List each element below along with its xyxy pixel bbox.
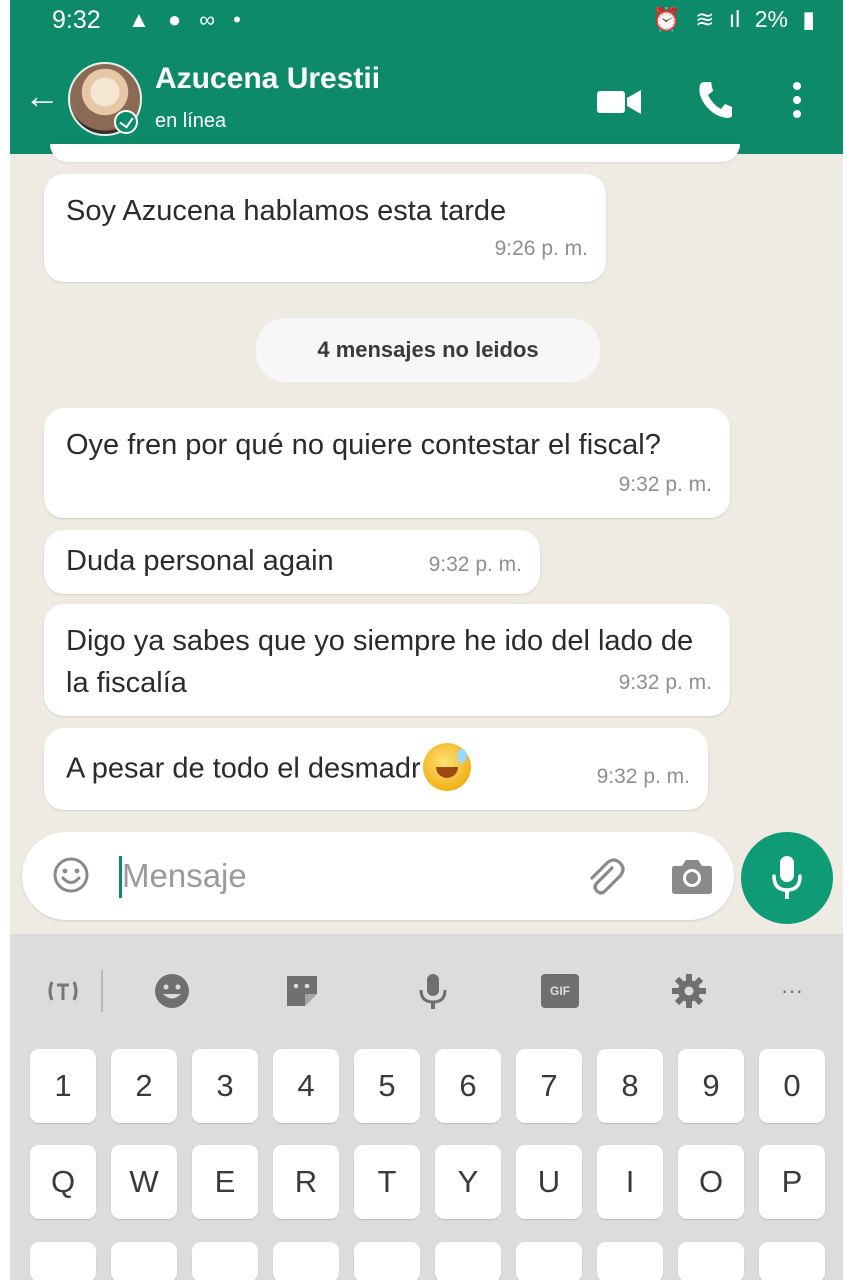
key-t[interactable]: T (354, 1145, 420, 1219)
key-7[interactable]: 7 (516, 1049, 582, 1123)
key-partial[interactable] (678, 1242, 744, 1280)
more-icon[interactable]: ··· (773, 972, 811, 1010)
key-8[interactable]: 8 (597, 1049, 663, 1123)
wifi-icon: ≋ (695, 6, 715, 32)
key-p[interactable]: P (759, 1145, 825, 1219)
alarm-icon: ⏰ (652, 6, 681, 32)
message-text: Digo ya sabes que yo siempre he ido del … (66, 625, 694, 699)
message-time: 9:32 p. m. (428, 553, 522, 576)
sweat-smile-emoji-icon (422, 743, 471, 791)
message-bubble[interactable]: Oye fren por qué no quiere contestar el … (44, 408, 730, 518)
voice-message-button[interactable] (741, 832, 833, 924)
message-input[interactable]: Mensaje (122, 857, 247, 895)
message-list[interactable]: Soy Azucena hablamos esta tarde 9:26 p. … (10, 144, 843, 830)
emoji-icon[interactable] (52, 856, 90, 894)
keyboard-toolbar: GIF ··· (10, 934, 843, 1040)
message-bubble[interactable]: Digo ya sabes que yo siempre he ido del … (44, 604, 730, 716)
emoji-icon[interactable] (153, 972, 191, 1010)
key-partial[interactable] (597, 1242, 663, 1280)
contact-name[interactable]: Azucena Urestii (155, 62, 380, 96)
back-arrow-icon[interactable]: ← (24, 78, 60, 114)
translate-icon[interactable] (44, 972, 82, 1010)
message-time: 9:32 p. m. (618, 671, 712, 694)
message-bubble[interactable]: A pesar de todo el desmadr 9:32 p. m. (44, 728, 708, 810)
key-partial[interactable] (30, 1242, 96, 1280)
message-bubble[interactable]: Soy Azucena hablamos esta tarde 9:26 p. … (44, 174, 606, 282)
battery-icon: ▮ (802, 6, 815, 32)
message-bubble[interactable]: Duda personal again 9:32 p. m. (44, 530, 540, 594)
notification-icons: ▲ ● ∞ • (128, 7, 247, 32)
key-q[interactable]: Q (30, 1145, 96, 1219)
more-vert-icon[interactable] (789, 80, 805, 120)
camera-icon[interactable] (670, 856, 714, 896)
phone-icon[interactable] (698, 80, 732, 118)
message-composer: Mensaje (22, 832, 734, 920)
settings-icon[interactable] (670, 972, 708, 1010)
message-text: Oye fren por qué no quiere contestar el … (66, 429, 661, 461)
message-time: 9:32 p. m. (618, 473, 712, 496)
key-u[interactable]: U (516, 1145, 582, 1219)
message-text: A pesar de todo el desmadr (66, 752, 421, 785)
video-call-icon[interactable] (597, 88, 641, 116)
unread-divider: 4 mensajes no leidos (256, 318, 600, 382)
sticker-icon[interactable] (283, 972, 321, 1010)
chat-header: 9:32 ▲ ● ∞ • ⏰ ≋ ıl 2% ▮ ← Azucena Urest… (10, 0, 843, 154)
signal-icon: ıl (728, 6, 741, 32)
key-1[interactable]: 1 (30, 1049, 96, 1123)
key-partial[interactable] (273, 1242, 339, 1280)
key-partial[interactable] (111, 1242, 177, 1280)
key-partial[interactable] (759, 1242, 825, 1280)
status-time: 9:32 (52, 6, 101, 34)
status-check-icon (114, 110, 138, 134)
message-time: 9:26 p. m. (494, 237, 588, 260)
system-status-icons: ⏰ ≋ ıl 2% ▮ (644, 6, 815, 33)
key-9[interactable]: 9 (678, 1049, 744, 1123)
message-time: 9:32 p. m. (596, 765, 690, 788)
attach-icon[interactable] (582, 854, 626, 898)
key-0[interactable]: 0 (759, 1049, 825, 1123)
mic-icon (772, 856, 802, 899)
battery-level: 2% (754, 6, 788, 32)
key-partial[interactable] (354, 1242, 420, 1280)
toolbar-divider (101, 970, 103, 1012)
key-e[interactable]: E (192, 1145, 258, 1219)
key-5[interactable]: 5 (354, 1049, 420, 1123)
key-partial[interactable] (516, 1242, 582, 1280)
key-2[interactable]: 2 (111, 1049, 177, 1123)
voice-icon[interactable] (414, 972, 452, 1010)
key-partial[interactable] (435, 1242, 501, 1280)
key-r[interactable]: R (273, 1145, 339, 1219)
key-6[interactable]: 6 (435, 1049, 501, 1123)
gif-icon[interactable]: GIF (541, 974, 579, 1008)
key-w[interactable]: W (111, 1145, 177, 1219)
key-partial[interactable] (192, 1242, 258, 1280)
phone-screen: 9:32 ▲ ● ∞ • ⏰ ≋ ıl 2% ▮ ← Azucena Urest… (10, 0, 843, 1280)
previous-message-bubble (50, 144, 740, 162)
status-bar: 9:32 ▲ ● ∞ • ⏰ ≋ ıl 2% ▮ (10, 0, 843, 48)
key-y[interactable]: Y (435, 1145, 501, 1219)
key-o[interactable]: O (678, 1145, 744, 1219)
presence-status: en línea (155, 110, 227, 132)
message-text: Soy Azucena hablamos esta tarde (66, 195, 507, 227)
key-4[interactable]: 4 (273, 1049, 339, 1123)
on-screen-keyboard: GIF ··· 1 2 3 4 5 6 7 8 9 0 Q W E R T Y … (10, 934, 843, 1280)
key-i[interactable]: I (597, 1145, 663, 1219)
key-3[interactable]: 3 (192, 1049, 258, 1123)
